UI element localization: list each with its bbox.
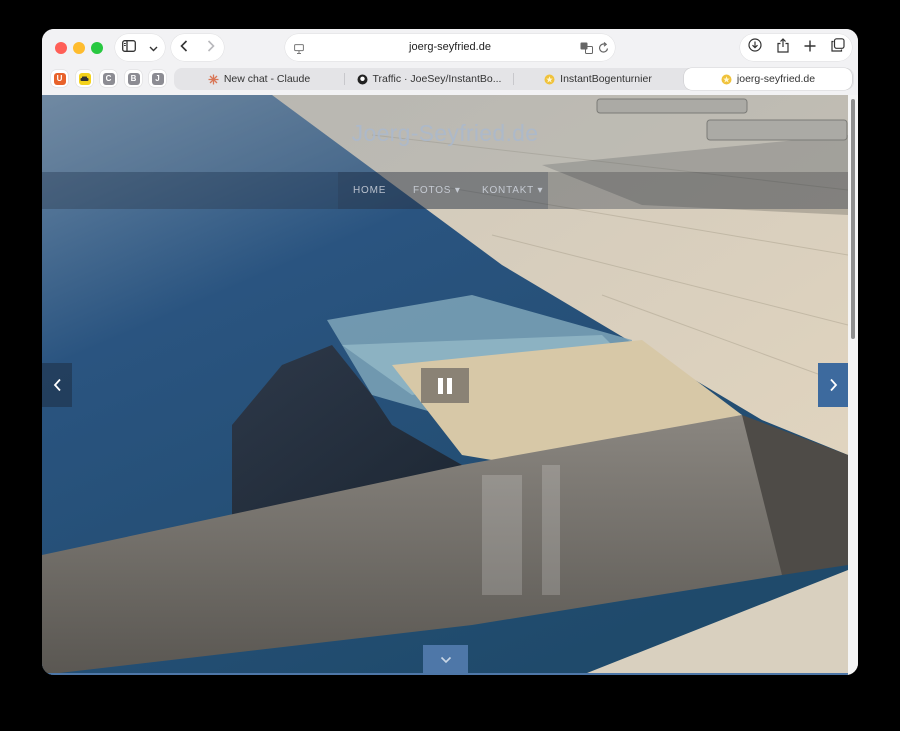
navigation-buttons — [171, 34, 224, 61]
downloads-icon[interactable] — [747, 38, 762, 57]
scrollbar-thumb[interactable] — [851, 99, 855, 339]
main-navigation-bar: HOME FOTOS ▾ KONTAKT ▾ — [42, 172, 848, 209]
close-window-button[interactable] — [55, 42, 67, 54]
claude-icon — [208, 74, 219, 85]
reload-icon[interactable] — [598, 41, 609, 59]
favorite-c[interactable]: C — [100, 70, 117, 87]
site-star-icon — [721, 74, 732, 85]
menu-item-kontakt[interactable]: KONTAKT ▾ — [482, 185, 543, 196]
favorite-b[interactable]: B — [125, 70, 142, 87]
sidebar-toggle-button[interactable] — [115, 34, 165, 61]
slider-pause-button[interactable] — [421, 368, 469, 403]
toolbar-actions — [740, 34, 852, 61]
address-bar[interactable]: joerg-seyfried.de — [285, 34, 615, 61]
chevron-right-icon — [207, 39, 215, 52]
share-icon[interactable] — [776, 37, 789, 58]
tab-claude[interactable]: New chat - Claude — [174, 68, 344, 90]
favorite-j[interactable]: J — [149, 70, 166, 87]
chevron-down-icon — [149, 39, 158, 57]
pause-icon — [436, 377, 454, 394]
browser-window: joerg-seyfried.de U C B J New chat - Cla… — [42, 29, 858, 675]
forward-button[interactable] — [207, 39, 215, 57]
site-title[interactable]: Joerg-Seyfried.de — [42, 120, 848, 147]
favorite-u[interactable]: U — [51, 70, 68, 87]
tab-overview-icon[interactable] — [830, 38, 845, 57]
favorite-yellow[interactable] — [76, 70, 93, 87]
github-icon — [357, 74, 368, 85]
new-tab-icon[interactable] — [804, 39, 816, 57]
back-button[interactable] — [180, 39, 188, 57]
tab-joerg-seyfried[interactable]: joerg-seyfried.de — [684, 68, 852, 90]
slider-next-button[interactable] — [818, 363, 848, 407]
chevron-right-icon — [829, 378, 837, 392]
sidebar-icon — [121, 39, 136, 57]
site-star-icon — [544, 74, 555, 85]
car-icon — [80, 76, 89, 81]
menu-item-home[interactable]: HOME — [353, 185, 386, 196]
tab-instantbogenturnier[interactable]: InstantBogenturnier — [514, 68, 682, 90]
tabs-strip: New chat - Claude Traffic · JoeSey/Insta… — [174, 68, 854, 90]
browser-toolbar: joerg-seyfried.de — [42, 29, 858, 66]
minimize-window-button[interactable] — [73, 42, 85, 54]
main-menu: HOME FOTOS ▾ KONTAKT ▾ — [338, 172, 548, 209]
translate-icon[interactable] — [580, 41, 593, 59]
zoom-window-button[interactable] — [91, 42, 103, 54]
tab-github-traffic[interactable]: Traffic · JoeSey/InstantBo... — [345, 68, 513, 90]
address-text: joerg-seyfried.de — [409, 41, 491, 53]
chevron-down-icon — [440, 656, 451, 664]
bottom-accent-line — [42, 673, 848, 675]
tab-bar: U C B J New chat - Claude Traffic · JoeS… — [42, 66, 858, 92]
menu-item-fotos[interactable]: FOTOS ▾ — [413, 185, 461, 196]
chevron-left-icon — [53, 378, 61, 392]
web-content: Joerg-Seyfried.de HOME FOTOS ▾ KONTAKT ▾ — [42, 95, 848, 675]
scroll-down-button[interactable] — [423, 645, 468, 675]
slider-prev-button[interactable] — [42, 363, 72, 407]
chevron-left-icon — [180, 39, 188, 52]
